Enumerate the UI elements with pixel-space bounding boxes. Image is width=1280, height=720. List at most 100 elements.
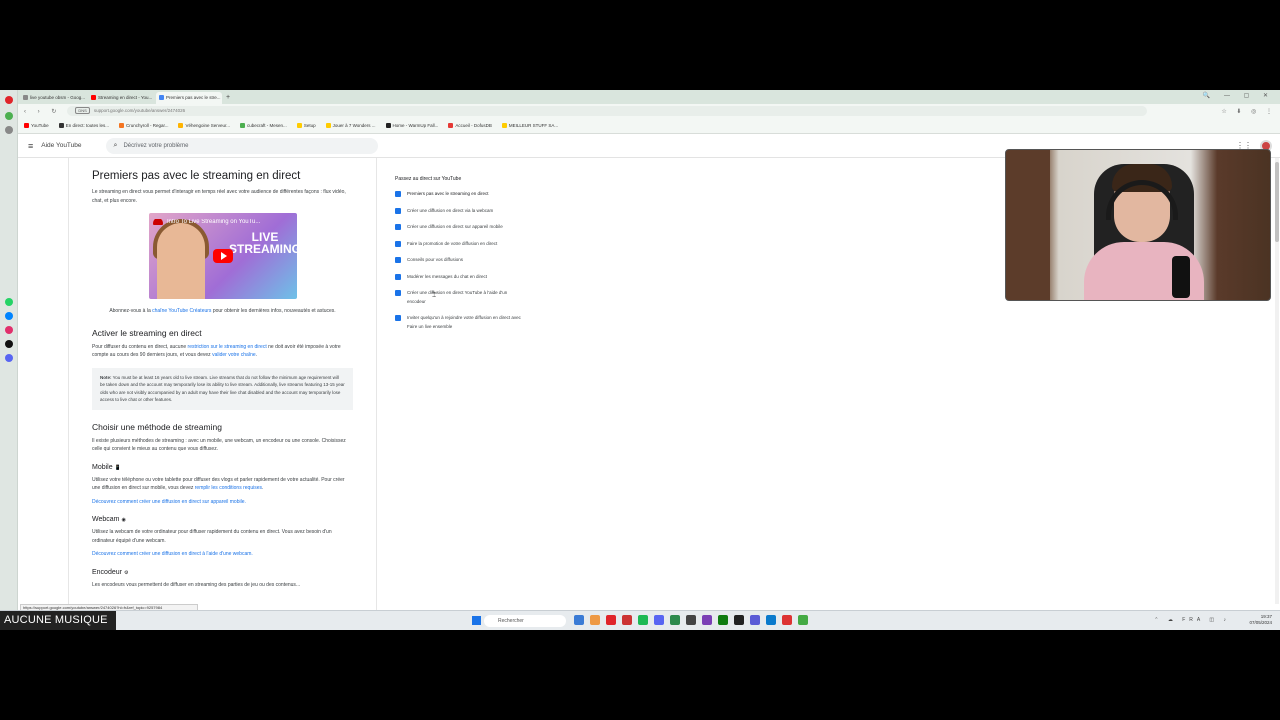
webcam-more-link[interactable]: Découvrez comment créer une diffusion en… — [92, 551, 253, 557]
desktop-screen: live youtube obsm - Goog... Streaming en… — [0, 90, 1280, 630]
youtube-icon — [91, 95, 96, 100]
help-search-input[interactable]: ⌕ Décrivez votre problème — [105, 137, 378, 154]
bookmark-label: MEILLEUR STUFF SA... — [508, 123, 559, 128]
mobile-more-link[interactable]: Découvrez comment créer une diffusion en… — [92, 499, 246, 505]
sidebar-item-live-ensemble[interactable]: Inviter quelqu'un à rejoindre votre diff… — [395, 314, 525, 331]
sidebar-item-conseils[interactable]: Conseils pour vos diffusions — [395, 256, 525, 265]
section-activate-text: Pour diffuser du contenu en direct, aucu… — [92, 343, 353, 360]
url-field[interactable]: DNS support.google.com/youtube/answer/247… — [67, 106, 1148, 116]
home-icon[interactable] — [5, 112, 13, 120]
bookmark-item[interactable]: cubecraft - Mesen... — [240, 123, 287, 128]
bookmark-item[interactable]: Accueil - DofusDB — [448, 123, 492, 128]
tab-label: Premiers pas avec le stre... — [166, 95, 221, 100]
tab-label: Streaming en direct - You... — [98, 95, 153, 100]
sidebar-item-mobile[interactable]: Créer une diffusion en direct sur appare… — [395, 223, 525, 232]
taskbar-search-label: Rechercher — [498, 618, 524, 624]
bookmark-item[interactable]: MEILLEUR STUFF SA... — [501, 123, 559, 128]
opera-icon[interactable] — [606, 615, 616, 625]
clock[interactable]: 19:37 07/05/2024 — [1249, 614, 1272, 626]
discord-icon[interactable] — [5, 354, 13, 362]
article-icon — [395, 224, 401, 230]
spotify-icon[interactable] — [638, 615, 648, 625]
bookmark-item[interactable]: Jouer à 7 Wonders ... — [325, 123, 376, 128]
help-brand[interactable]: Aide YouTube — [41, 142, 81, 149]
bookmark-item[interactable]: Home - WarmUp Fall... — [385, 123, 438, 128]
bookmark-item[interactable]: YouTube — [24, 123, 49, 128]
creators-channel-link[interactable]: chaîne YouTube Créateurs — [152, 308, 211, 314]
dns-badge: DNS — [75, 107, 90, 114]
play-button-icon[interactable] — [213, 249, 233, 263]
subscribe-text: Abonnez-vous à la chaîne YouTube Créateu… — [92, 307, 353, 316]
tab-youtube-streaming[interactable]: Streaming en direct - You... — [88, 92, 154, 104]
section-method-title: Choisir une méthode de streaming — [92, 421, 222, 432]
page-scrollbar[interactable] — [1275, 158, 1279, 604]
bookmark-item[interactable]: Crunchyroll - Regar... — [118, 123, 168, 128]
app-icon[interactable] — [782, 615, 792, 625]
page-title: Premiers pas avec le streaming en direct — [92, 170, 301, 182]
xbox-icon[interactable] — [718, 615, 728, 625]
app-icon[interactable] — [670, 615, 680, 625]
sidebar-item-webcam[interactable]: Créer une diffusion en direct via la web… — [395, 207, 525, 216]
task-view-icon[interactable] — [574, 615, 584, 625]
messenger-icon[interactable] — [5, 312, 13, 320]
taskbar-search[interactable]: Rechercher — [484, 615, 566, 627]
microphone-icon — [1172, 256, 1190, 298]
sidebar-item-chat[interactable]: Modérer les messages du chat en direct — [395, 273, 525, 282]
verify-channel-link[interactable]: valider votre chaîne — [212, 352, 256, 358]
menu-icon[interactable]: ≡ — [28, 141, 33, 151]
tiktok-icon[interactable] — [5, 340, 13, 348]
app-icon[interactable] — [686, 615, 696, 625]
scrollbar-thumb[interactable] — [1275, 162, 1279, 242]
encoder-text: Les encodeurs vous permettent de diffuse… — [92, 581, 301, 588]
mobile-icon: 📱 — [114, 464, 121, 471]
sidebar-item-encoder[interactable]: Créer une diffusion en direct YouTube à … — [395, 289, 525, 306]
obs-icon[interactable] — [734, 615, 744, 625]
article: Premiers pas avec le streaming en direct… — [68, 158, 377, 610]
bookmark-item[interactable]: En direct: toutes les... — [58, 123, 109, 128]
app-icon[interactable] — [622, 615, 632, 625]
explorer-icon[interactable] — [590, 615, 600, 625]
app-icon[interactable] — [702, 615, 712, 625]
bookmark-label: Jouer à 7 Wonders ... — [332, 123, 376, 128]
video-player[interactable]: Intro To Live Streaming on YouTu... LIVE… — [149, 213, 297, 299]
bookmark-item[interactable]: Véhengoine Serveur... — [178, 123, 230, 128]
article-icon — [395, 290, 401, 296]
text-part: Pour diffuser du contenu en direct, aucu… — [92, 343, 188, 350]
discord-taskbar-icon[interactable] — [654, 615, 664, 625]
article-icon — [395, 273, 401, 280]
app-icon[interactable] — [750, 615, 760, 625]
requirements-link[interactable]: remplir les conditions requises — [195, 485, 262, 491]
sidebar-item-premiers-pas[interactable]: Premiers pas avec le streaming en direct — [395, 190, 525, 199]
sidebar-title: Passez au direct sur YouTube — [395, 176, 462, 182]
vscode-icon[interactable] — [766, 615, 776, 625]
sidebar-item-promotion[interactable]: Faire la promotion de votre diffusion en… — [395, 240, 525, 249]
sidebar-item-label: Modérer les messages du chat en direct — [407, 273, 488, 279]
article-icon — [395, 207, 401, 214]
app-icon[interactable] — [798, 615, 808, 625]
whatsapp-icon[interactable] — [5, 298, 13, 306]
address-bar-icons[interactable]: ☆ ⬇ ◎ ⋮ — [1221, 108, 1280, 115]
window-controls[interactable]: 🔍 — ▢ ✕ — [1203, 92, 1274, 99]
tab-premiers-pas[interactable]: Premiers pas avec le stre... — [156, 92, 222, 104]
tab-label: live youtube obsm - Goog... — [30, 95, 86, 100]
instagram-icon[interactable] — [5, 326, 13, 334]
folder-icon — [296, 123, 302, 128]
bookmark-label: Véhengoine Serveur... — [185, 123, 231, 128]
note-text: You must be at least 16 years old to liv… — [100, 374, 345, 403]
restriction-link[interactable]: restriction sur le streaming en direct — [188, 344, 267, 350]
opera-logo-icon[interactable] — [5, 96, 13, 104]
article-icon — [395, 257, 401, 263]
bookmark-label: En direct: toutes les... — [65, 123, 109, 128]
bookmark-item[interactable]: Setup — [296, 123, 316, 128]
note-label: Note: — [100, 374, 112, 380]
section-activate-title: Activer le streaming en direct — [92, 327, 202, 338]
bookmark-icon — [240, 123, 246, 128]
nav-buttons[interactable]: ‹ › ↻ — [18, 108, 61, 115]
windows-start-icon[interactable] — [472, 616, 481, 625]
webcam-icon: ◉ — [121, 517, 126, 523]
new-tab-icon[interactable]: + — [226, 92, 230, 104]
sidebar-item-label: Conseils pour vos diffusions — [407, 257, 463, 262]
tab-google-search[interactable]: live youtube obsm - Goog... — [20, 92, 86, 104]
bookmarks-icon[interactable] — [5, 126, 13, 134]
system-tray-icons[interactable]: ⌃ ☁ FRA ◫ ♪ — [1154, 617, 1230, 623]
